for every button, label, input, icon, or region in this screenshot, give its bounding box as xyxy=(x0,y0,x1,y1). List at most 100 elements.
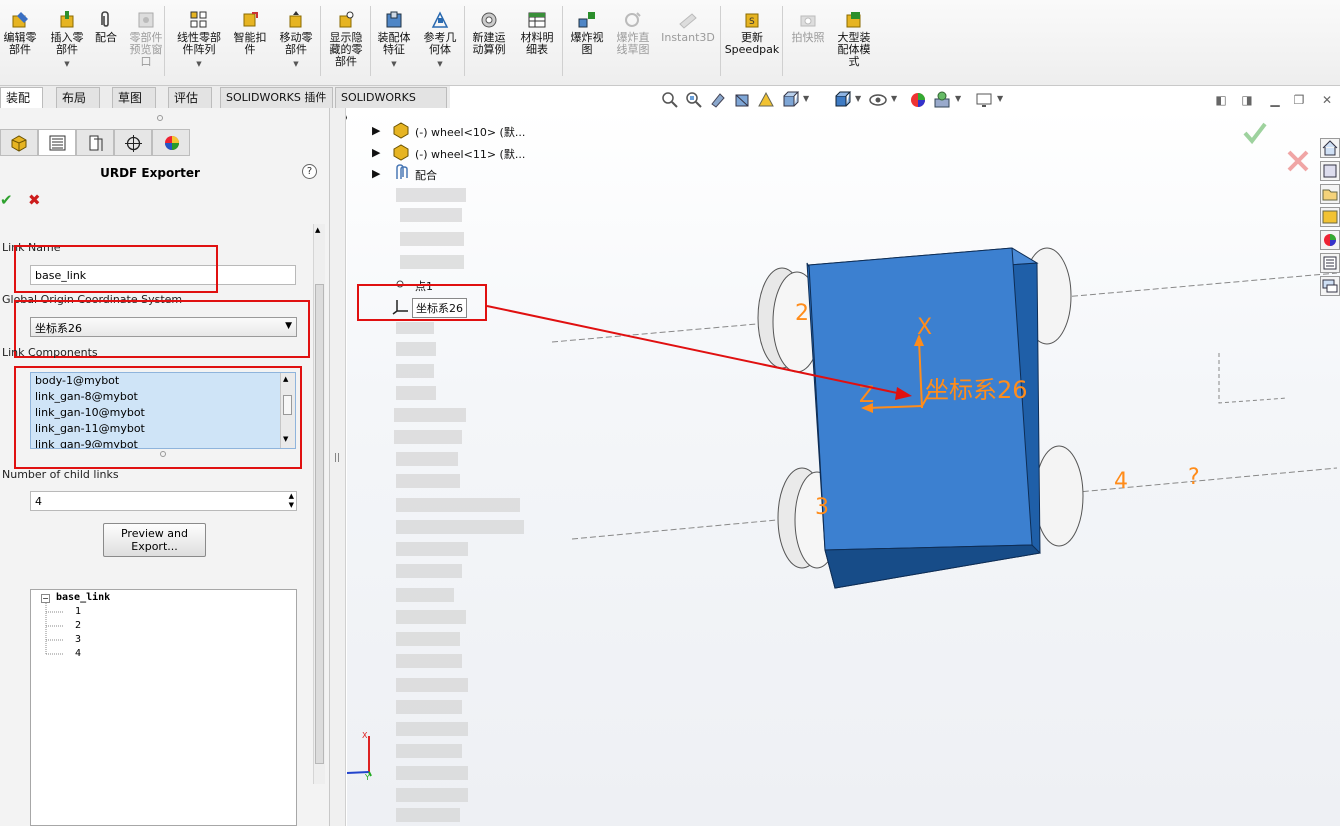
dock-right-icon[interactable]: ◨ xyxy=(1240,93,1254,107)
tree-node-child[interactable]: 2 xyxy=(75,620,81,631)
tree-node-child[interactable]: 4 xyxy=(75,648,81,659)
model-graphics: X Z 坐标系26 2 3 4 ? X Y xyxy=(347,122,1338,782)
view-orientation-icon[interactable] xyxy=(780,90,800,110)
cancel-x-icon[interactable]: ✖ xyxy=(28,191,41,209)
confirm-cancel-icon[interactable] xyxy=(1287,150,1309,172)
tab-layout[interactable]: 布局 xyxy=(56,87,100,108)
hide-show-items-icon[interactable] xyxy=(868,90,888,110)
chevron-down-icon[interactable]: ▼ xyxy=(855,94,861,103)
move-component-button[interactable]: 移动零 部件 ▼ xyxy=(274,4,318,70)
explode-line-sketch-button[interactable]: 爆炸直 线草图 xyxy=(612,4,654,56)
update-speedpak-button[interactable]: S 更新 Speedpak xyxy=(724,4,780,56)
tree-item-wheel-11[interactable]: (-) wheel<11> (默... xyxy=(415,146,525,162)
chevron-down-icon[interactable]: ▼ xyxy=(172,58,226,70)
wheel-label: ? xyxy=(1188,465,1200,490)
tree-item-wheel-10[interactable]: (-) wheel<10> (默... xyxy=(415,124,525,140)
dynamic-annotation-icon[interactable] xyxy=(756,90,776,110)
tab-assembly[interactable]: 装配体 xyxy=(0,87,43,125)
confirm-check-icon[interactable] xyxy=(1243,122,1267,145)
property-manager-title: URDF Exporter xyxy=(100,166,200,180)
tab-sketch[interactable]: 草图 xyxy=(112,87,156,108)
tab-evaluate[interactable]: 评估 xyxy=(168,87,212,108)
scroll-up-icon[interactable]: ▲ xyxy=(315,226,320,234)
show-hidden-components-button[interactable]: 显示隐 藏的零 部件 xyxy=(324,4,368,68)
display-style-icon[interactable] xyxy=(832,90,852,110)
take-snapshot-button[interactable]: 拍快照 xyxy=(786,4,830,44)
assembly-features-button[interactable]: 装配体 特征 ▼ xyxy=(374,4,414,70)
ok-checkmark-icon[interactable]: ✔ xyxy=(0,191,13,209)
mate-button[interactable]: 配合 xyxy=(92,4,120,44)
panel-grip[interactable] xyxy=(157,115,163,121)
home-icon[interactable] xyxy=(1320,138,1340,158)
stepper-down-icon[interactable]: ▼ xyxy=(289,501,294,510)
update-speedpak-label: 更新 Speedpak xyxy=(724,31,780,56)
design-library-icon[interactable] xyxy=(1320,161,1340,181)
reference-geometry-button[interactable]: 参考几 何体 ▼ xyxy=(418,4,462,70)
tree-item-mates[interactable]: 配合 xyxy=(415,167,437,183)
section-view-icon[interactable] xyxy=(732,90,752,110)
splitter-grip[interactable]: || xyxy=(334,453,340,463)
restore-icon[interactable]: ❐ xyxy=(1292,93,1306,107)
tab-display-manager[interactable] xyxy=(152,129,190,156)
robot-body[interactable] xyxy=(806,247,1042,589)
edit-component-button[interactable]: 编辑零 部件 xyxy=(0,4,40,56)
previous-view-icon[interactable] xyxy=(708,90,728,110)
tab-solidworks-addins[interactable]: SOLIDWORKS 插件 xyxy=(220,87,333,108)
collapse-icon[interactable]: − xyxy=(41,594,50,603)
zoom-to-fit-icon[interactable] xyxy=(660,90,680,110)
chevron-down-icon[interactable]: ▼ xyxy=(803,94,809,103)
edit-appearance-icon[interactable] xyxy=(908,90,928,110)
panel-splitter[interactable]: || xyxy=(330,108,346,826)
zoom-to-area-icon[interactable] xyxy=(684,90,704,110)
minimize-icon[interactable]: ▁ xyxy=(1268,93,1282,107)
stepper-up-icon[interactable]: ▲ xyxy=(289,492,294,501)
child-links-spinner[interactable]: 4 ▲ ▼ xyxy=(30,491,297,511)
appearances-icon[interactable] xyxy=(1320,230,1340,250)
expand-arrow-icon[interactable]: ▶ xyxy=(372,146,380,159)
chevron-down-icon[interactable]: ▼ xyxy=(274,58,318,70)
tree-node-child[interactable]: 3 xyxy=(75,634,81,645)
apply-scene-icon[interactable] xyxy=(932,90,952,110)
blurred-row xyxy=(396,722,468,736)
link-tree-view[interactable]: − base_link 1 2 3 4 xyxy=(30,589,297,826)
dock-left-icon[interactable]: ◧ xyxy=(1214,93,1228,107)
file-explorer-icon[interactable] xyxy=(1320,184,1340,204)
smart-fastener-button[interactable]: 智能扣 件 xyxy=(230,4,270,56)
motion-study-icon xyxy=(481,12,497,28)
expand-arrow-icon[interactable]: ▶ xyxy=(372,167,380,180)
scroll-thumb[interactable] xyxy=(315,284,324,764)
configuration-icon xyxy=(89,135,103,151)
view-settings-icon[interactable] xyxy=(974,90,994,110)
component-preview-window-button[interactable]: 零部件 预览窗 口 xyxy=(124,4,168,68)
preview-and-export-button[interactable]: Preview and Export... xyxy=(103,523,206,557)
forum-icon[interactable] xyxy=(1320,276,1340,296)
chevron-down-icon[interactable]: ▼ xyxy=(955,94,961,103)
expand-arrow-icon[interactable]: ▶ xyxy=(372,124,380,137)
tree-node-root[interactable]: base_link xyxy=(56,592,110,603)
chevron-down-icon[interactable]: ▼ xyxy=(891,94,897,103)
chevron-down-icon[interactable]: ▼ xyxy=(418,58,462,70)
tree-node-child[interactable]: 1 xyxy=(75,606,81,617)
exploded-view-button[interactable]: 爆炸视 图 xyxy=(566,4,608,56)
view-palette-icon[interactable] xyxy=(1320,207,1340,227)
close-icon[interactable]: ✕ xyxy=(1320,93,1334,107)
property-manager-scrollbar[interactable]: ▲ xyxy=(313,224,325,784)
chevron-down-icon[interactable]: ▼ xyxy=(374,58,414,70)
tab-feature-manager[interactable] xyxy=(0,129,38,156)
linear-pattern-button[interactable]: 线性零部 件阵列 ▼ xyxy=(172,4,226,70)
chevron-down-icon[interactable]: ▼ xyxy=(997,94,1003,103)
large-assembly-mode-button[interactable]: 大型装 配体模 式 xyxy=(832,4,876,68)
instant3d-button[interactable]: Instant3D xyxy=(660,4,716,44)
tab-solidworks-mbd[interactable]: SOLIDWORKS MBD xyxy=(335,87,447,124)
wheel[interactable] xyxy=(1034,445,1084,547)
insert-component-button[interactable]: 插入零 部件 ▼ xyxy=(44,4,90,70)
help-icon[interactable]: ? xyxy=(302,164,317,179)
tab-property-manager[interactable] xyxy=(38,129,76,156)
tab-dimxpert-manager[interactable] xyxy=(114,129,152,156)
new-motion-study-button[interactable]: 新建运 动算例 xyxy=(468,4,510,56)
bill-of-materials-button[interactable]: 材料明 细表 xyxy=(516,4,558,56)
tab-configuration-manager[interactable] xyxy=(76,129,114,156)
chevron-down-icon[interactable]: ▼ xyxy=(44,58,90,70)
triad-y-label: Y xyxy=(364,773,370,782)
custom-properties-icon[interactable] xyxy=(1320,253,1340,273)
